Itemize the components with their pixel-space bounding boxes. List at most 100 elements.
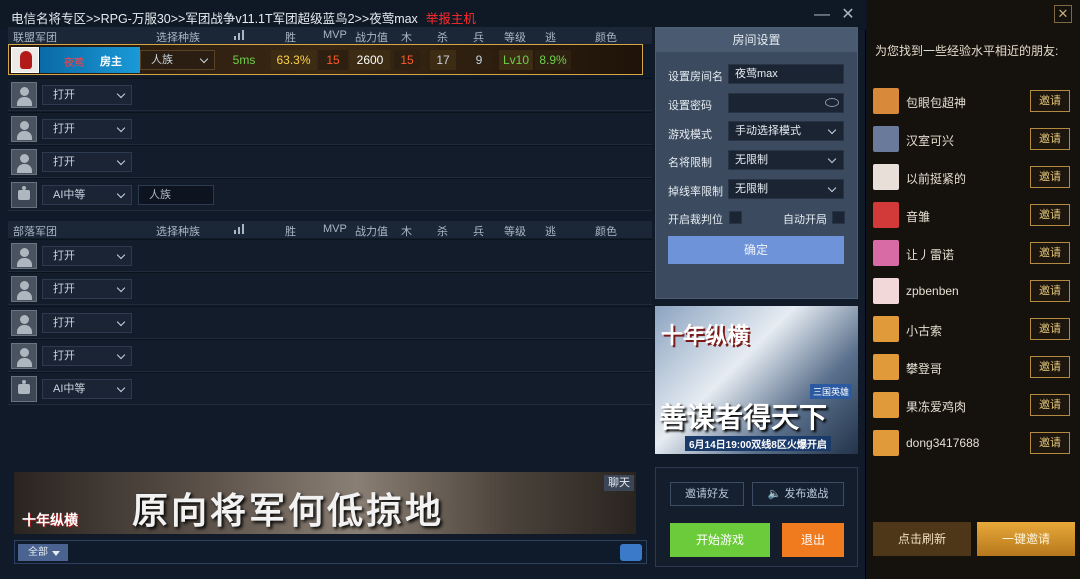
host-power: 2600 bbox=[350, 50, 390, 70]
confirm-button[interactable]: 确定 bbox=[668, 236, 844, 264]
slot-state-value: 打开 bbox=[53, 317, 75, 329]
one-click-invite-button[interactable]: 一键邀请 bbox=[977, 522, 1075, 556]
invite-button[interactable]: 邀请 bbox=[1030, 242, 1070, 264]
chevron-down-icon bbox=[116, 350, 126, 360]
password-label: 设置密码 bbox=[668, 100, 712, 112]
host-kills: 17 bbox=[430, 50, 456, 70]
friends-header: 为您找到一些经验水平相近的朋友: bbox=[875, 44, 1059, 58]
invite-button[interactable]: 邀请 bbox=[1030, 90, 1070, 112]
promo-banner-right[interactable]: 十年纵横 三国英雄 善谋者得天下 6月14日19:00双线8区火爆开启 bbox=[655, 306, 858, 454]
friend-avatar bbox=[873, 164, 899, 190]
chat-bubble-icon[interactable] bbox=[620, 544, 642, 561]
friend-item: 音雏 邀请 bbox=[873, 200, 1073, 232]
report-host-link[interactable]: 举报主机 bbox=[426, 12, 476, 26]
room-path: 电信名将专区>>RPG-万服30>>军团战争v11.1T军团超级蓝鸟2>>夜莺m… bbox=[11, 12, 418, 26]
general-limit-select[interactable]: 无限制 bbox=[728, 150, 844, 170]
friend-item: 让丿雷诺 邀请 bbox=[873, 238, 1073, 270]
settings-title: 房间设置 bbox=[656, 28, 857, 52]
invite-button[interactable]: 邀请 bbox=[1030, 356, 1070, 378]
chevron-down-icon bbox=[116, 283, 126, 293]
chat-promo-banner[interactable]: 十年纵横 原向将军何低掠地 bbox=[14, 472, 636, 534]
friend-avatar bbox=[873, 316, 899, 342]
col-power: 战力值 bbox=[355, 226, 388, 238]
ai-robot-icon bbox=[11, 182, 37, 208]
friend-item: 包眼包超神 邀请 bbox=[873, 86, 1073, 118]
slot-state-select[interactable]: 打开 bbox=[42, 346, 132, 366]
col-power: 战力值 bbox=[355, 32, 388, 44]
host-player-row[interactable]: 夜莺 房主 人族 5ms 63.3% 15 2600 15 17 9 Lv10 … bbox=[8, 44, 643, 75]
refresh-button[interactable]: 点击刷新 bbox=[873, 522, 971, 556]
invite-button[interactable]: 邀请 bbox=[1030, 394, 1070, 416]
empty-avatar-icon bbox=[11, 149, 37, 175]
invite-button[interactable]: 邀请 bbox=[1030, 280, 1070, 302]
friend-item: dong3417688 邀请 bbox=[873, 428, 1073, 460]
invite-button[interactable]: 邀请 bbox=[1030, 128, 1070, 150]
friend-name: 音雏 bbox=[906, 210, 931, 224]
ai-difficulty-value: AI中等 bbox=[53, 189, 86, 201]
col-wood: 木 bbox=[401, 32, 412, 44]
minimize-button[interactable]: — bbox=[812, 5, 832, 25]
drop-limit-label: 掉线率限制 bbox=[668, 186, 723, 198]
col-win: 胜 bbox=[285, 32, 296, 44]
ai-difficulty-select[interactable]: AI中等 bbox=[42, 185, 132, 205]
slot-state-select[interactable]: 打开 bbox=[42, 279, 132, 299]
host-badge: 房主 bbox=[100, 56, 122, 68]
team-a-slot-3[interactable]: 打开 bbox=[8, 145, 652, 178]
judge-checkbox[interactable] bbox=[729, 211, 742, 224]
chat-filter-select[interactable]: 全部 bbox=[18, 544, 68, 561]
ai-race: 人族 bbox=[138, 185, 214, 205]
slot-state-value: 打开 bbox=[53, 89, 75, 101]
game-mode-select[interactable]: 手动选择模式 bbox=[728, 121, 844, 141]
invite-button[interactable]: 邀请 bbox=[1030, 166, 1070, 188]
ai-difficulty-select[interactable]: AI中等 bbox=[42, 379, 132, 399]
team-a-name: 联盟军团 bbox=[13, 32, 57, 44]
col-escape: 逃 bbox=[545, 226, 556, 238]
col-win: 胜 bbox=[285, 226, 296, 238]
team-b-slot-5[interactable]: AI中等 bbox=[8, 372, 652, 405]
slot-state-select[interactable]: 打开 bbox=[42, 313, 132, 333]
room-name-input[interactable]: 夜莺max bbox=[728, 64, 844, 84]
empty-avatar-icon bbox=[11, 116, 37, 142]
publish-invite-button[interactable]: 🔈 发布邀战 bbox=[752, 482, 844, 506]
team-b-slot-3[interactable]: 打开 bbox=[8, 306, 652, 339]
host-avatar[interactable] bbox=[11, 47, 39, 73]
chevron-down-icon bbox=[116, 317, 126, 327]
drop-limit-select[interactable]: 无限制 bbox=[728, 179, 844, 199]
team-b-slot-4[interactable]: 打开 bbox=[8, 339, 652, 372]
eye-icon[interactable] bbox=[825, 98, 839, 107]
friends-close-button[interactable]: ✕ bbox=[1054, 5, 1072, 23]
col-escape: 逃 bbox=[545, 32, 556, 44]
chat-tab[interactable]: 聊天 bbox=[604, 475, 634, 491]
host-race-select[interactable]: 人族 bbox=[140, 50, 215, 70]
slot-state-select[interactable]: 打开 bbox=[42, 246, 132, 266]
invite-button[interactable]: 邀请 bbox=[1030, 432, 1070, 454]
start-game-button[interactable]: 开始游戏 bbox=[670, 523, 770, 557]
exit-button[interactable]: 退出 bbox=[782, 523, 844, 557]
team-a-slot-4[interactable]: AI中等 人族 bbox=[8, 178, 652, 211]
close-button[interactable]: ✕ bbox=[838, 5, 858, 25]
team-a-slot-2[interactable]: 打开 bbox=[8, 112, 652, 145]
host-soldiers: 9 bbox=[466, 50, 492, 70]
team-b-name: 部落军团 bbox=[13, 226, 57, 238]
friend-avatar bbox=[873, 202, 899, 228]
invite-friends-button[interactable]: 邀请好友 bbox=[670, 482, 744, 506]
col-mvp: MVP bbox=[323, 223, 347, 235]
slot-state-select[interactable]: 打开 bbox=[42, 119, 132, 139]
friends-recommend-panel: ✕ 为您找到一些经验水平相近的朋友: 包眼包超神 邀请 汉室可兴 邀请 以前挺紧… bbox=[867, 0, 1080, 579]
team-b-slot-2[interactable]: 打开 bbox=[8, 272, 652, 305]
team-b-slot-1[interactable]: 打开 bbox=[8, 239, 652, 272]
friend-avatar bbox=[873, 430, 899, 456]
empty-avatar-icon bbox=[11, 343, 37, 369]
friend-item: zpbenben 邀请 bbox=[873, 276, 1073, 308]
invite-button[interactable]: 邀请 bbox=[1030, 204, 1070, 226]
invite-button[interactable]: 邀请 bbox=[1030, 318, 1070, 340]
slot-state-select[interactable]: 打开 bbox=[42, 152, 132, 172]
autostart-checkbox[interactable] bbox=[832, 211, 845, 224]
slot-state-select[interactable]: 打开 bbox=[42, 85, 132, 105]
chevron-down-icon bbox=[116, 250, 126, 260]
password-input[interactable] bbox=[728, 93, 844, 113]
ad-slogan: 善谋者得天下 bbox=[659, 401, 828, 434]
chat-input[interactable]: 全部 bbox=[14, 540, 647, 564]
col-color: 颜色 bbox=[595, 226, 617, 238]
team-a-slot-1[interactable]: 打开 bbox=[8, 78, 652, 111]
